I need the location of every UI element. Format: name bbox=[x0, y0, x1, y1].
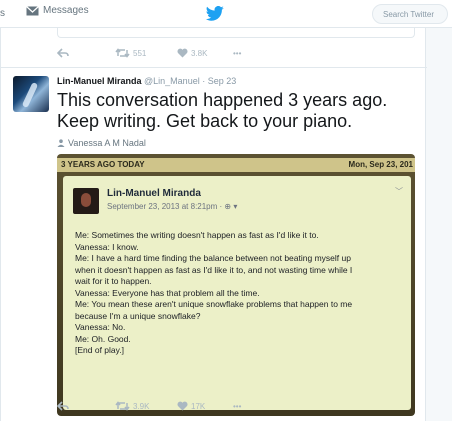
card-line: because I'm a unique snowflake? bbox=[75, 310, 201, 321]
author-name[interactable]: Lin-Manuel Miranda bbox=[57, 76, 142, 86]
retweet-count: 551 bbox=[133, 48, 147, 58]
card-line: Vanessa: No. bbox=[75, 322, 126, 332]
like-count: 17K bbox=[191, 401, 206, 411]
retweet-button[interactable]: 551 bbox=[115, 48, 177, 58]
card-avatar bbox=[73, 188, 99, 214]
tweet-header: Lin-Manuel Miranda @Lin_Manuel · Sep 23 bbox=[57, 76, 236, 86]
tweet-actions: 3.9K 17K ••• bbox=[57, 401, 241, 411]
previous-tweet: 551 3.8K ••• bbox=[1, 28, 427, 68]
tweet-photo[interactable]: 3 YEARS AGO TODAY Mon, Sep 23, 201 Lin-M… bbox=[57, 154, 415, 416]
reply-button[interactable] bbox=[57, 401, 115, 411]
retweet-button[interactable]: 3.9K bbox=[115, 401, 177, 411]
envelope-icon bbox=[26, 5, 39, 15]
nav-messages[interactable]: Messages bbox=[26, 5, 89, 16]
header-separator: · bbox=[202, 76, 206, 86]
quoted-tweet-edge bbox=[57, 28, 415, 38]
tweet-text: This conversation happened 3 years ago. … bbox=[57, 90, 417, 132]
tweet-text-line: This conversation happened 3 years ago. bbox=[57, 90, 388, 110]
nav-messages-label: Messages bbox=[43, 5, 89, 16]
memories-banner: 3 YEARS AGO TODAY Mon, Sep 23, 201 bbox=[57, 158, 415, 172]
retweet-icon bbox=[115, 48, 130, 58]
more-icon: ••• bbox=[233, 401, 242, 411]
retweet-count: 3.9K bbox=[133, 401, 150, 411]
memories-banner-date: Mon, Sep 23, 201 bbox=[348, 160, 413, 169]
person-icon bbox=[57, 139, 65, 147]
card-author-name: Lin-Manuel Miranda bbox=[107, 188, 201, 199]
nav-clipped-label: s bbox=[0, 8, 5, 19]
reply-icon bbox=[57, 48, 69, 58]
card-line: [End of play.] bbox=[75, 345, 124, 355]
more-button[interactable]: ••• bbox=[233, 49, 241, 58]
top-navigation-bar: s Messages Search Twitter bbox=[0, 0, 452, 28]
card-line: Vanessa: Everyone has that problem all t… bbox=[75, 287, 260, 298]
previous-tweet-actions: 551 3.8K ••• bbox=[57, 48, 241, 58]
card-line: Me: Sometimes the writing doesn't happen… bbox=[75, 230, 319, 240]
heart-icon bbox=[177, 48, 188, 58]
card-line: when it doesn't happen as fast as I'd li… bbox=[75, 264, 353, 275]
chevron-down-icon: ﹀ bbox=[395, 187, 403, 196]
card-line: Me: Oh. Good. bbox=[75, 333, 131, 344]
tweet-timestamp[interactable]: Sep 23 bbox=[208, 76, 237, 86]
search-input[interactable]: Search Twitter bbox=[372, 4, 448, 24]
card-post-text: Me: Sometimes the writing doesn't happen… bbox=[75, 230, 405, 357]
reply-icon bbox=[57, 401, 69, 411]
card-line: Me: I have a hard time finding the balan… bbox=[75, 253, 351, 263]
card-line: wait for it to happen. bbox=[75, 276, 152, 286]
author-handle[interactable]: @Lin_Manuel bbox=[144, 76, 200, 86]
avatar[interactable] bbox=[13, 76, 49, 112]
card-line: Vanessa: I know. bbox=[75, 241, 139, 252]
tweet-text-line: Keep writing. Get back to your piano. bbox=[57, 111, 353, 131]
like-button[interactable]: 3.8K bbox=[177, 48, 233, 58]
like-button[interactable]: 17K bbox=[177, 401, 233, 411]
card-line: Me: You mean these aren't unique snowfla… bbox=[75, 299, 353, 309]
memories-banner-title: 3 YEARS AGO TODAY bbox=[61, 160, 145, 169]
timeline: 551 3.8K ••• Lin-Manuel Miranda @Lin_Man… bbox=[0, 28, 427, 421]
tagged-users[interactable]: Vanessa A M Nadal bbox=[57, 138, 146, 148]
heart-icon bbox=[177, 401, 188, 411]
twitter-bird-icon[interactable] bbox=[205, 6, 225, 22]
reply-button[interactable] bbox=[57, 48, 115, 58]
more-button[interactable]: ••• bbox=[233, 402, 241, 411]
more-icon: ••• bbox=[233, 48, 242, 58]
card-post-meta: September 23, 2013 at 8:21pm · ⊕ ▾ bbox=[107, 202, 238, 211]
tagged-user-name: Vanessa A M Nadal bbox=[68, 138, 146, 148]
facebook-post-card: Lin-Manuel Miranda September 23, 2013 at… bbox=[63, 176, 411, 410]
like-count: 3.8K bbox=[191, 48, 208, 58]
tweet[interactable]: Lin-Manuel Miranda @Lin_Manuel · Sep 23 … bbox=[1, 68, 427, 421]
retweet-icon bbox=[115, 401, 130, 411]
